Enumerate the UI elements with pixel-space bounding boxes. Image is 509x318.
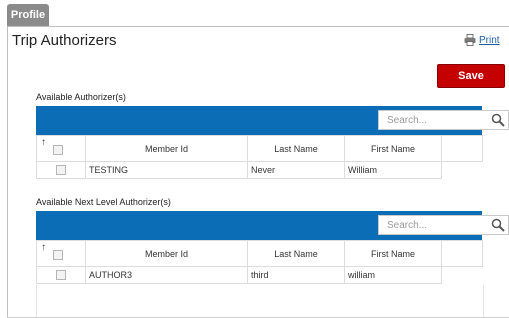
table-header-row: ↑ Member Id Last Name First Name [36,135,483,162]
authorizers-table: ↑ Member Id Last Name First Name TESTING… [36,135,483,179]
member-id-cell: TESTING [85,161,248,179]
row-checkbox-cell [36,161,86,179]
column-header-first-name[interactable]: First Name [344,240,442,267]
section-label-next-level-authorizers: Available Next Level Authorizer(s) [36,197,171,207]
section-label-authorizers: Available Authorizer(s) [36,92,126,102]
tab-divider [7,26,509,27]
first-name-cell: william [344,266,442,284]
select-all-header: ↑ [36,135,86,162]
extra-cell [441,161,483,179]
tab-profile[interactable]: Profile [7,4,49,26]
row-checkbox[interactable] [56,270,66,281]
member-id-cell: AUTHOR3 [85,266,248,284]
table-row[interactable]: AUTHOR3 third william [36,266,483,284]
column-header-last-name[interactable]: Last Name [247,240,345,267]
sort-arrow-icon[interactable]: ↑ [41,137,46,148]
column-header-member-id[interactable]: Member Id [85,240,248,267]
search-icon[interactable] [491,113,505,127]
last-name-cell: third [247,266,345,284]
search-icon[interactable] [491,218,505,232]
save-button[interactable]: Save [437,64,505,88]
column-header-last-name[interactable]: Last Name [247,135,345,162]
grid-toolbar: Search... [36,106,509,135]
select-all-header: ↑ [36,240,86,267]
search-placeholder: Search... [387,114,428,126]
print-label[interactable]: Print [479,35,500,46]
page-title: Trip Authorizers [12,32,117,49]
search-input[interactable]: Search... [378,110,509,130]
table-row[interactable]: TESTING Never William [36,161,483,179]
panel-border [7,27,8,318]
printer-icon [464,34,476,46]
print-link[interactable]: Print [464,33,500,47]
last-name-cell: Never [247,161,345,179]
row-checkbox-cell [36,266,86,284]
extra-cell [441,266,483,284]
search-input[interactable]: Search... [378,215,509,235]
column-header-member-id[interactable]: Member Id [85,135,248,162]
grid-toolbar: Search... [36,211,509,240]
column-header-first-name[interactable]: First Name [344,135,442,162]
column-header-extra [441,240,483,267]
column-header-extra [441,135,483,162]
sort-arrow-icon[interactable]: ↑ [41,242,46,253]
first-name-cell: William [344,161,442,179]
row-checkbox[interactable] [56,165,66,176]
table-empty-area [36,285,484,317]
search-placeholder: Search... [387,219,428,231]
table-header-row: ↑ Member Id Last Name First Name [36,240,483,267]
select-all-checkbox[interactable] [53,145,63,155]
select-all-checkbox[interactable] [53,250,63,260]
next-level-authorizers-table: ↑ Member Id Last Name First Name AUTHOR3… [36,240,483,284]
